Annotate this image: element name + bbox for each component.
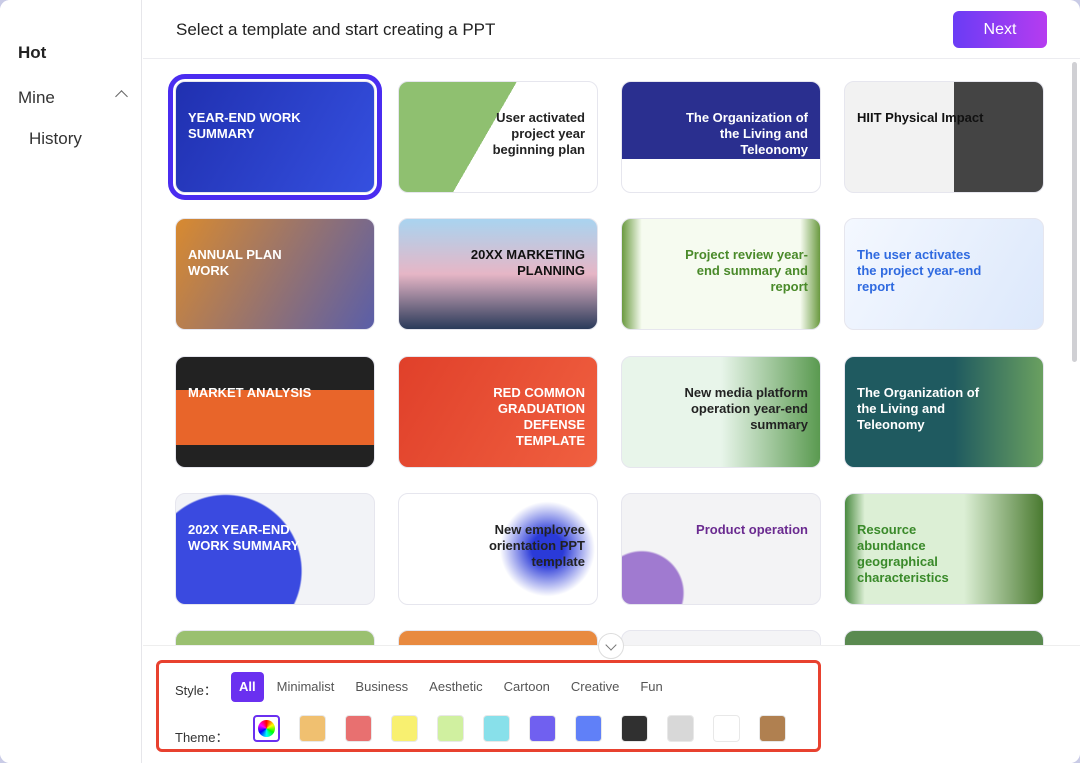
theme-swatch[interactable]: [483, 715, 510, 742]
template-card[interactable]: New media platform operation year-end su…: [621, 356, 821, 468]
template-card[interactable]: MARKET ANALYSIS: [175, 356, 375, 468]
sidebar-item-history[interactable]: History: [29, 129, 82, 149]
sidebar-item-mine[interactable]: Mine: [18, 88, 55, 108]
scrollbar[interactable]: [1072, 62, 1077, 362]
style-tab-creative[interactable]: Creative: [563, 672, 627, 702]
template-card[interactable]: HIIT Physical Impact: [844, 81, 1044, 193]
theme-swatch[interactable]: [345, 715, 372, 742]
template-card[interactable]: Resource abundance geographical characte…: [844, 493, 1044, 605]
template-window: Hot Mine History Select a template and s…: [0, 0, 1080, 763]
template-title: Resource abundance geographical characte…: [857, 522, 949, 585]
style-tab-all[interactable]: All: [231, 672, 264, 702]
template-title: RED COMMON GRADUATION DEFENSE TEMPLATE: [493, 385, 585, 448]
color-wheel-icon: [258, 720, 275, 737]
style-label: Style：: [175, 683, 217, 698]
template-card[interactable]: [844, 630, 1044, 645]
filter-panel: Style： All Minimalist Business Aesthetic Car…: [143, 645, 1080, 763]
template-card[interactable]: [398, 630, 598, 645]
style-tab-minimalist[interactable]: Minimalist: [269, 672, 343, 702]
template-title: 202X YEAR-END WORK SUMMARY: [188, 522, 300, 553]
template-grid: YEAR-END WORK SUMMARY User activated proj…: [143, 60, 1068, 645]
theme-all-colors-swatch[interactable]: [253, 715, 280, 742]
theme-swatch[interactable]: [529, 715, 556, 742]
template-title: New media platform operation year-end su…: [684, 385, 808, 432]
theme-swatch[interactable]: [759, 715, 786, 742]
expand-chevron-icon[interactable]: [598, 633, 624, 659]
style-tab-business[interactable]: Business: [347, 672, 416, 702]
theme-swatch[interactable]: [575, 715, 602, 742]
theme-swatch[interactable]: [621, 715, 648, 742]
template-card[interactable]: Product operation: [621, 493, 821, 605]
theme-swatch[interactable]: [299, 715, 326, 742]
template-title: HIIT Physical Impact: [857, 110, 984, 125]
template-title: The Organization of the Living and Teleo…: [685, 110, 808, 157]
template-title: New employee orientation PPT template: [488, 522, 585, 569]
chevron-up-icon[interactable]: [115, 90, 128, 103]
template-card[interactable]: 20XX MARKETING PLANNING: [398, 218, 598, 330]
template-card[interactable]: The Organization of the Living and Teleo…: [844, 356, 1044, 468]
template-title: MARKET ANALYSIS: [188, 385, 312, 400]
sidebar: Hot Mine History: [0, 0, 142, 763]
theme-label: Theme：: [175, 730, 229, 745]
template-card[interactable]: [621, 630, 821, 645]
style-tab-aesthetic[interactable]: Aesthetic: [421, 672, 490, 702]
template-card[interactable]: YEAR-END WORK SUMMARY: [168, 74, 382, 200]
header: Select a template and start creating a P…: [143, 0, 1080, 59]
theme-swatch[interactable]: [437, 715, 464, 742]
template-card[interactable]: User activated project year beginning pl…: [398, 81, 598, 193]
page-title: Select a template and start creating a P…: [176, 20, 496, 39]
theme-swatch[interactable]: [391, 715, 418, 742]
theme-swatch[interactable]: [667, 715, 694, 742]
template-title: The user activates the project year-end …: [857, 247, 982, 294]
template-card[interactable]: RED COMMON GRADUATION DEFENSE TEMPLATE: [398, 356, 598, 468]
template-title: ANNUAL PLAN WORK: [188, 247, 282, 278]
template-title: Project review year-end summary and repo…: [685, 247, 808, 294]
next-button[interactable]: Next: [953, 11, 1047, 48]
template-card[interactable]: The user activates the project year-end …: [844, 218, 1044, 330]
template-card[interactable]: New employee orientation PPT template: [398, 493, 598, 605]
style-tab-cartoon[interactable]: Cartoon: [496, 672, 558, 702]
template-title: YEAR-END WORK SUMMARY: [188, 110, 301, 141]
style-tabs: All Minimalist Business Aesthetic Cartoon Cre…: [231, 672, 676, 702]
template-card[interactable]: 202X YEAR-END WORK SUMMARY: [175, 493, 375, 605]
template-title: 20XX MARKETING PLANNING: [470, 247, 585, 278]
template-card[interactable]: The Organization of the Living and Teleo…: [621, 81, 821, 193]
theme-swatches: [253, 715, 786, 742]
style-tab-fun[interactable]: Fun: [632, 672, 670, 702]
template-card[interactable]: [175, 630, 375, 645]
sidebar-item-hot[interactable]: Hot: [18, 43, 46, 63]
template-title: The Organization of the Living and Teleo…: [857, 385, 980, 432]
template-card[interactable]: Project review year-end summary and repo…: [621, 218, 821, 330]
template-title: User activated project year beginning pl…: [492, 110, 585, 157]
template-title: Product operation: [696, 522, 808, 537]
template-card[interactable]: ANNUAL PLAN WORK: [175, 218, 375, 330]
filter-box: Style： All Minimalist Business Aesthetic Car…: [156, 660, 821, 752]
theme-swatch[interactable]: [713, 715, 740, 742]
